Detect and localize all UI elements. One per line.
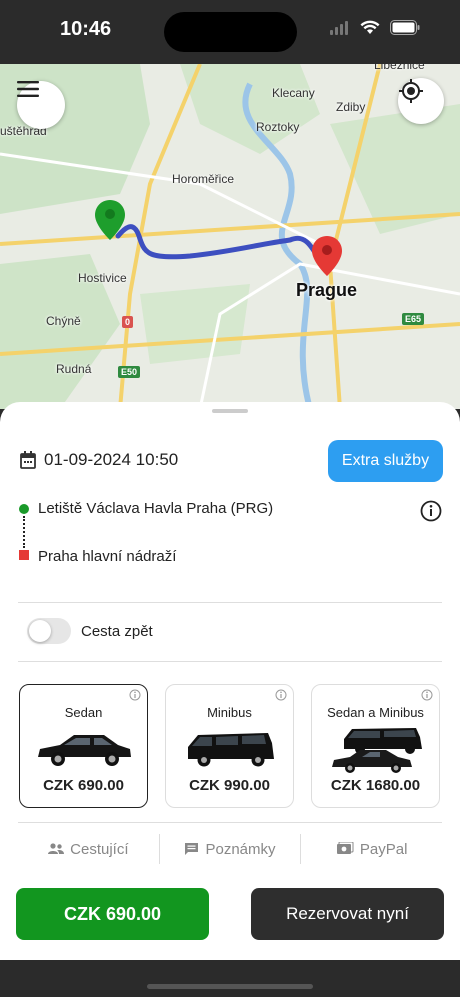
- datetime-row[interactable]: 01-09-2024 10:50: [20, 450, 178, 470]
- map-label: Klecany: [272, 86, 315, 100]
- map-label: Libeznice: [374, 64, 425, 72]
- vehicle-name: Minibus: [207, 705, 252, 720]
- tab-passengers[interactable]: Cestující: [18, 834, 159, 864]
- booking-sheet: 01-09-2024 10:50 Extra služby Letiště Vá…: [0, 402, 460, 960]
- vehicle-name: Sedan: [64, 705, 103, 720]
- note-icon: [185, 843, 199, 855]
- map-label: Zdiby: [336, 100, 366, 114]
- road-tag: E65: [402, 313, 425, 325]
- battery-icon: [390, 20, 420, 35]
- vehicle-name: Sedan a Minibus: [327, 705, 424, 720]
- road-tag: E50: [118, 366, 141, 378]
- dropoff-dot: [19, 550, 29, 560]
- dropoff-address[interactable]: Praha hlavní nádraží: [38, 548, 176, 565]
- home-indicator[interactable]: [147, 984, 313, 989]
- vehicle-price: CZK 1680.00: [330, 777, 421, 794]
- minibus-icon: [188, 733, 274, 767]
- pickup-address[interactable]: Letiště Václava Havla Praha (PRG): [38, 500, 273, 517]
- vehicle-card-sedan-minibus[interactable]: Sedan a Minibus CZK 1680.00: [311, 684, 440, 808]
- route-connector: [23, 516, 25, 548]
- map-label: Horoměřice: [172, 172, 235, 186]
- map-label: Roztoky: [256, 120, 300, 134]
- vehicle-card-sedan[interactable]: Sedan CZK 690.00: [19, 684, 148, 808]
- divider: [18, 822, 442, 823]
- options-tabs: Cestující Poznámky PayPal: [18, 834, 442, 864]
- sedan-car-icon: [38, 735, 131, 766]
- extra-services-button[interactable]: Extra služby: [328, 440, 443, 482]
- people-icon: [48, 843, 65, 854]
- road-tag: 0: [122, 316, 134, 328]
- dropoff-pin-icon[interactable]: [312, 236, 342, 276]
- map-label: Rudná: [56, 362, 92, 376]
- info-icon[interactable]: [275, 689, 287, 701]
- total-price-button[interactable]: CZK 690.00: [16, 888, 209, 940]
- tab-label: Poznámky: [205, 840, 276, 858]
- sheet-grabber[interactable]: [212, 409, 248, 413]
- crosshair-icon: [399, 79, 423, 103]
- book-now-button[interactable]: Rezervovat nyní: [251, 888, 444, 940]
- vehicle-card-minibus[interactable]: Minibus CZK 990.00: [165, 684, 294, 808]
- wifi-icon: [360, 20, 380, 34]
- return-trip-toggle[interactable]: [27, 618, 71, 644]
- info-icon[interactable]: [421, 689, 433, 701]
- payment-icon: [336, 842, 354, 854]
- menu-button[interactable]: [17, 81, 65, 129]
- locate-button[interactable]: [398, 78, 444, 124]
- info-icon[interactable]: [420, 500, 442, 522]
- map-label: Chýně: [46, 314, 81, 328]
- map-label: Hostivice: [78, 271, 127, 285]
- vehicle-price: CZK 690.00: [43, 777, 124, 794]
- tab-label: Cestující: [70, 840, 129, 858]
- status-icons: [330, 20, 420, 35]
- route-summary: Letiště Václava Havla Praha (PRG) Praha …: [18, 498, 448, 578]
- signal-icon: [330, 20, 348, 35]
- vehicle-options: Sedan CZK 690.00 Minibus CZK 990.00 Seda…: [19, 684, 440, 808]
- route-map[interactable]: Klecany Zdiby Roztoky Horoměřice Hostivi…: [0, 64, 460, 409]
- status-time: 10:46: [60, 18, 112, 40]
- pickup-pin-icon[interactable]: [95, 200, 125, 240]
- divider: [18, 602, 442, 603]
- calendar-icon: [20, 451, 36, 469]
- map-canvas: [0, 64, 460, 409]
- return-trip-row: Cesta zpět: [27, 618, 153, 644]
- sedan-and-minibus-icon: [332, 728, 422, 773]
- toggle-knob: [29, 620, 51, 642]
- dynamic-island: [164, 12, 297, 52]
- tab-notes[interactable]: Poznámky: [158, 834, 301, 864]
- status-bar: 10:46: [0, 0, 460, 64]
- vehicle-price: CZK 990.00: [189, 777, 270, 794]
- divider: [18, 661, 442, 662]
- pickup-dot: [19, 504, 29, 514]
- return-trip-label: Cesta zpět: [81, 622, 153, 640]
- datetime-value: 01-09-2024 10:50: [44, 450, 179, 469]
- tab-payment[interactable]: PayPal: [300, 834, 442, 864]
- hamburger-icon: [17, 81, 39, 97]
- map-city-label: Prague: [296, 280, 358, 300]
- info-icon[interactable]: [129, 689, 141, 701]
- tab-label: PayPal: [359, 840, 408, 858]
